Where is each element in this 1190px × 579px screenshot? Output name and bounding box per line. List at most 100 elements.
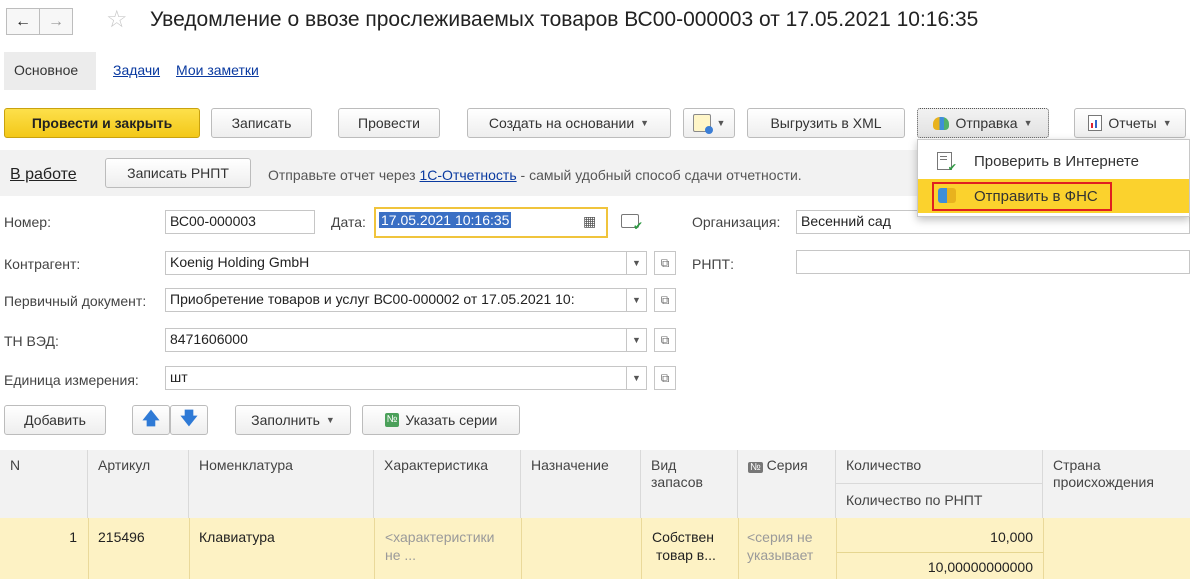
col-characteristic[interactable]: Характеристика: [374, 450, 521, 518]
col-country[interactable]: Страна происхождения: [1043, 450, 1190, 518]
menu-item-send-fns[interactable]: Отправить в ФНС: [918, 179, 1189, 213]
forward-button[interactable]: →: [39, 8, 73, 35]
unit-field[interactable]: шт: [165, 366, 627, 390]
cell-series-line2: указывает: [747, 547, 814, 563]
send-menu: ✔ Проверить в Интернете Отправить в ФНС: [917, 139, 1190, 217]
post-and-close-button[interactable]: Провести и закрыть: [4, 108, 200, 138]
export-xml-button[interactable]: Выгрузить в XML: [747, 108, 905, 138]
tnved-field[interactable]: 8471606000: [165, 328, 627, 352]
tab-tasks[interactable]: Задачи: [113, 62, 160, 78]
tnved-open-icon[interactable]: ⧉: [654, 328, 676, 352]
cell-characteristic-line1: <характеристики: [385, 529, 495, 545]
cell-n: 1: [69, 529, 77, 545]
col-purpose[interactable]: Назначение: [521, 450, 641, 518]
calendar-icon[interactable]: ▦: [583, 213, 596, 230]
menu-item-check-internet[interactable]: ✔ Проверить в Интернете: [918, 144, 1189, 178]
cell-article: 215496: [98, 529, 145, 545]
set-series-button[interactable]: № Указать серии: [362, 405, 520, 435]
cell-nomenclature: Клавиатура: [199, 529, 275, 545]
chevron-down-icon: ▼: [1023, 118, 1033, 128]
row-divider: [189, 518, 190, 579]
report-icon: [1088, 115, 1103, 131]
number-label: Номер:: [4, 214, 51, 230]
col-quantity[interactable]: Количество Количество по РНПТ: [836, 450, 1043, 518]
row-divider: [88, 518, 89, 579]
primary-doc-label: Первичный документ:: [4, 293, 147, 309]
chevron-down-icon: ▼: [716, 118, 726, 128]
page-title: Уведомление о ввозе прослеживаемых товар…: [150, 8, 979, 31]
col-article[interactable]: Артикул: [88, 450, 189, 518]
date-label: Дата:: [331, 214, 366, 230]
save-rnpt-button[interactable]: Записать РНПТ: [105, 158, 251, 188]
check-document-icon[interactable]: ✔: [621, 214, 643, 233]
primary-doc-field[interactable]: Приобретение товаров и услуг ВС00-000002…: [165, 288, 627, 312]
row-divider: [521, 518, 522, 579]
chevron-down-icon: ▼: [640, 118, 650, 128]
organization-label: Организация:: [692, 214, 781, 230]
tab-notes[interactable]: Мои заметки: [176, 62, 259, 78]
add-row-button[interactable]: Добавить: [4, 405, 106, 435]
star-icon[interactable]: ☆: [106, 6, 128, 34]
row-divider: [738, 518, 739, 579]
save-button[interactable]: Записать: [211, 108, 312, 138]
rnpt-field[interactable]: [796, 250, 1190, 274]
row-divider: [641, 518, 642, 579]
back-button[interactable]: ←: [6, 8, 40, 35]
col-n[interactable]: N: [0, 450, 88, 518]
counterparty-field[interactable]: Koenig Holding GmbH: [165, 251, 627, 275]
cell-series-line1: <серия не: [747, 529, 813, 545]
fill-button[interactable]: Заполнить ▼: [235, 405, 351, 435]
primary-doc-dropdown-icon[interactable]: ▼: [627, 288, 647, 312]
move-up-button[interactable]: 🡅: [132, 405, 170, 435]
up-arrow-icon: 🡅: [142, 408, 160, 428]
row-divider: [374, 518, 375, 579]
status-link[interactable]: В работе: [10, 166, 77, 184]
create-based-on-button[interactable]: Создать на основании ▼: [467, 108, 671, 138]
forward-arrow-icon: →: [48, 12, 64, 30]
table-row[interactable]: 1 215496 Клавиатура <характеристики не .…: [0, 518, 1190, 579]
counterparty-open-icon[interactable]: ⧉: [654, 251, 676, 275]
unit-label: Единица измерения:: [4, 372, 139, 388]
down-arrow-icon: 🡇: [180, 408, 198, 428]
tnved-dropdown-icon[interactable]: ▼: [627, 328, 647, 352]
cell-stock-type-line2: товар в...: [656, 547, 716, 563]
chevron-down-icon: ▼: [325, 415, 335, 425]
unit-open-icon[interactable]: ⧉: [654, 366, 676, 390]
primary-doc-open-icon[interactable]: ⧉: [654, 288, 676, 312]
date-field[interactable]: 17.05.2021 10:16:35: [374, 207, 608, 238]
tnved-label: ТН ВЭД:: [4, 333, 59, 349]
col-stock-type[interactable]: Вид запасов: [641, 450, 738, 518]
tab-main[interactable]: Основное: [4, 52, 96, 90]
cell-stock-type-line1: Собствен: [652, 529, 714, 545]
reporting-hint: Отправьте отчет через 1С-Отчетность - са…: [268, 167, 802, 183]
col-series[interactable]: № Серия: [738, 450, 836, 518]
row-divider: [836, 518, 837, 579]
history-icon: [692, 114, 713, 134]
row-divider: [1043, 518, 1044, 579]
reports-button[interactable]: Отчеты ▼: [1074, 108, 1186, 138]
tab-main-label: Основное: [14, 62, 79, 78]
history-button[interactable]: ▼: [683, 108, 735, 138]
post-button[interactable]: Провести: [338, 108, 440, 138]
chevron-down-icon: ▼: [1162, 118, 1172, 128]
send-fns-icon: [938, 188, 956, 203]
reporting-link[interactable]: 1С-Отчетность: [420, 167, 517, 183]
counterparty-label: Контрагент:: [4, 256, 81, 272]
date-value: 17.05.2021 10:16:35: [379, 212, 512, 228]
send-cloud-icon: [933, 116, 950, 130]
cell-quantity-rnpt: 10,00000000000: [927, 559, 1033, 575]
check-internet-icon: ✔: [937, 152, 957, 174]
rnpt-label: РНПТ:: [692, 256, 734, 272]
series-number-icon: №: [748, 462, 763, 473]
quantity-divider: [836, 552, 1043, 553]
back-arrow-icon: ←: [15, 12, 31, 30]
cell-quantity: 10,000: [990, 529, 1033, 545]
unit-dropdown-icon[interactable]: ▼: [627, 366, 647, 390]
col-nomenclature[interactable]: Номенклатура: [189, 450, 374, 518]
send-button[interactable]: Отправка ▼: [917, 108, 1049, 138]
series-number-icon: №: [384, 413, 400, 427]
number-field[interactable]: ВС00-000003: [165, 210, 315, 234]
counterparty-dropdown-icon[interactable]: ▼: [627, 251, 647, 275]
cell-characteristic-line2: не ...: [385, 547, 417, 563]
move-down-button[interactable]: 🡇: [170, 405, 208, 435]
